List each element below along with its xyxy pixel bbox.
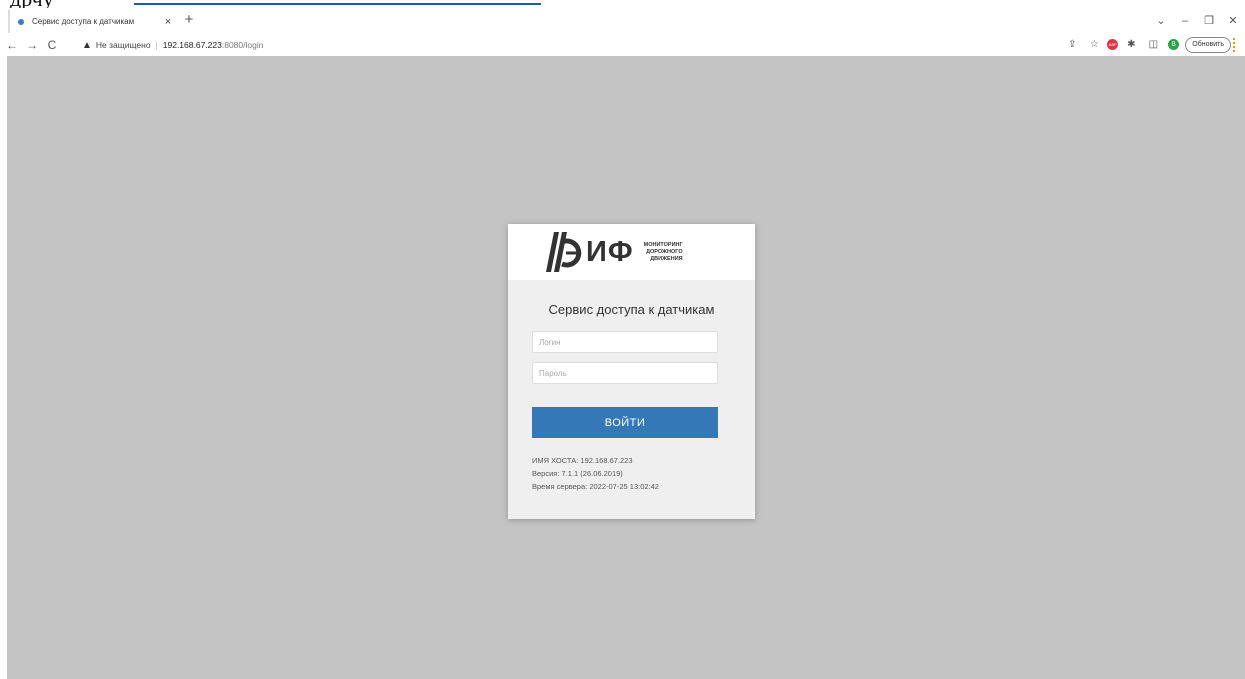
login-card: ИФ МОНИТОРИНГ ДОРОЖНОГО ДВИЖЕНИЯ Сервис … <box>508 224 755 519</box>
url-host: 192.168.67.223 <box>162 40 222 50</box>
document-text: дрчу <box>10 0 54 8</box>
login-form: Сервис доступа к датчикам ВОЙТИ ИМЯ ХОСТ… <box>508 302 755 493</box>
logo-mark-icon <box>546 232 582 272</box>
toolbar-actions: ⇪ ☆ ABP ✱ ◫ В Обновить <box>1059 36 1239 53</box>
tab-active[interactable]: Сервис доступа к датчикам × <box>8 10 176 33</box>
version-text: Версия: 7.1.1 (26.06.2019) <box>532 469 623 478</box>
window-controls: ⌄ – ❐ ✕ <box>1149 8 1245 33</box>
server-info: ИМЯ ХОСТА: 192.168.67.223 Версия: 7.1.1 … <box>532 454 731 493</box>
bookmark-star-icon[interactable]: ☆ <box>1085 39 1103 50</box>
login-input[interactable] <box>532 331 718 353</box>
tab-bar: Сервис доступа к датчикам × + ⌄ – ❐ ✕ <box>0 8 1245 33</box>
new-tab-button[interactable]: + <box>180 11 198 28</box>
logo-sub-line: МОНИТОРИНГ <box>643 241 683 248</box>
warning-icon[interactable]: ▲ <box>82 40 92 51</box>
logo: ИФ МОНИТОРИНГ ДОРОЖНОГО ДВИЖЕНИЯ <box>508 224 755 280</box>
extensions-icon[interactable]: ✱ <box>1122 39 1140 50</box>
tab-close-icon[interactable]: × <box>160 16 176 28</box>
login-title: Сервис доступа к датчикам <box>548 302 715 317</box>
profile-avatar[interactable]: В <box>1168 39 1180 50</box>
url-path: :8080/login <box>221 40 264 50</box>
browser-window: Сервис доступа к датчикам × + ⌄ – ❐ ✕ ← … <box>0 8 1245 679</box>
document-fragment: дрчу <box>0 0 1245 8</box>
reload-button[interactable]: C <box>44 38 60 52</box>
restore-button[interactable]: ❐ <box>1197 14 1221 27</box>
adblock-icon[interactable]: ABP <box>1107 39 1119 50</box>
security-warning[interactable]: Не защищено <box>96 40 151 50</box>
logo-sub-line: ДОРОЖНОГО <box>646 248 683 255</box>
logo-sub-line: ДВИЖЕНИЯ <box>650 255 683 262</box>
url-separator: | <box>155 40 158 50</box>
menu-dots-icon[interactable] <box>1233 37 1239 52</box>
login-button[interactable]: ВОЙТИ <box>532 407 718 438</box>
minimize-button[interactable]: – <box>1173 15 1197 27</box>
password-input[interactable] <box>532 362 718 384</box>
document-link-underline[interactable] <box>134 3 541 5</box>
logo-subtitle: МОНИТОРИНГ ДОРОЖНОГО ДВИЖЕНИЯ <box>644 242 683 263</box>
page-viewport: ИФ МОНИТОРИНГ ДОРОЖНОГО ДВИЖЕНИЯ Сервис … <box>7 56 1245 679</box>
back-button[interactable]: ← <box>4 38 20 52</box>
tab-search-icon[interactable]: ⌄ <box>1149 14 1173 27</box>
hostname-text: ИМЯ ХОСТА: 192.168.67.223 <box>532 456 633 465</box>
tab-title: Сервис доступа к датчикам <box>32 17 135 26</box>
favicon-icon <box>18 18 24 25</box>
logo-word: ИФ <box>586 235 634 268</box>
forward-button[interactable]: → <box>24 38 40 52</box>
close-window-button[interactable]: ✕ <box>1221 14 1245 27</box>
share-icon[interactable]: ⇪ <box>1063 39 1081 50</box>
side-panel-icon[interactable]: ◫ <box>1144 39 1162 50</box>
address-bar[interactable]: ▲ Не защищено | 192.168.67.223:8080/logi… <box>82 36 263 54</box>
server-time-text: Время сервера: 2022-07-25 13:02:42 <box>532 482 659 491</box>
browser-toolbar: ← → C ▲ Не защищено | 192.168.67.223:808… <box>0 33 1245 56</box>
update-button[interactable]: Обновить <box>1185 36 1231 53</box>
